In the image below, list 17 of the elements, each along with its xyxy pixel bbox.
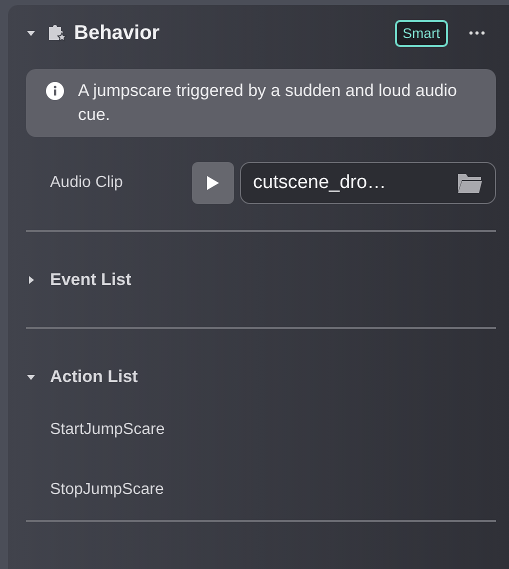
play-button[interactable] xyxy=(192,162,234,204)
info-icon xyxy=(46,82,64,100)
panel-title: Behavior xyxy=(74,21,160,46)
folder-icon[interactable] xyxy=(457,172,483,194)
section-title[interactable]: Action List xyxy=(50,364,138,390)
more-icon[interactable] xyxy=(468,30,486,36)
audio-file-field[interactable]: cutscene_dro… xyxy=(240,162,496,204)
info-text: A jumpscare triggered by a sudden and loud audio cue. xyxy=(78,80,458,126)
action-item[interactable]: StopJumpScare xyxy=(50,478,164,502)
puzzle-star-icon xyxy=(46,22,68,44)
section-title[interactable]: Event List xyxy=(50,266,132,292)
play-icon xyxy=(206,175,220,191)
caret-icon[interactable] xyxy=(26,28,36,38)
caret-icon[interactable] xyxy=(26,274,36,284)
action-item[interactable]: StartJumpScare xyxy=(50,418,165,442)
field-label: Audio Clip xyxy=(50,173,124,193)
smart-badge: Smart xyxy=(394,20,448,46)
